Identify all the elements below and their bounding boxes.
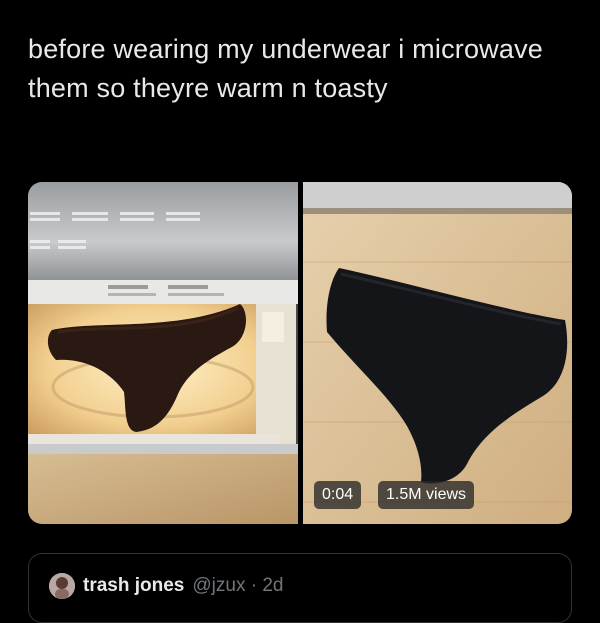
underwear-photo[interactable] [303, 182, 572, 524]
underwear-floor-image [303, 182, 572, 524]
video-time-badge: 0:04 [314, 481, 362, 509]
microwave-image [28, 182, 298, 524]
quoted-tweet-header: trash jones @jzux · 2d [49, 572, 283, 600]
avatar-image [49, 573, 75, 599]
quoted-display-name[interactable]: trash jones [83, 575, 184, 597]
quoted-handle-time[interactable]: @jzux · 2d [192, 575, 283, 597]
view-count-badge: 1.5M views [378, 481, 475, 509]
media-grid[interactable] [28, 182, 572, 524]
microwave-photo[interactable] [28, 182, 298, 524]
avatar[interactable] [49, 573, 75, 599]
tweet-text: before wearing my underwear i microwave … [28, 34, 544, 103]
